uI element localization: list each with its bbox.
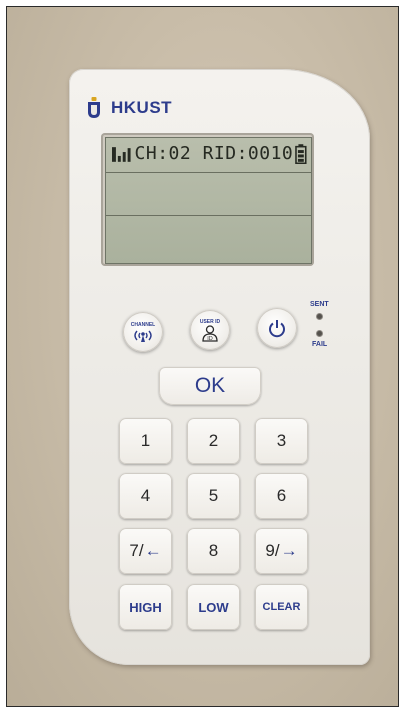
key-9-right[interactable]: 9/→	[255, 528, 308, 574]
lcd-divider	[106, 172, 311, 173]
antenna-signal-icon	[134, 330, 152, 342]
fail-label: FAIL	[312, 341, 328, 348]
fail-led	[317, 331, 322, 336]
key-9-label: 9/	[265, 541, 280, 560]
lcd-bezel: CH:02 RID:0010	[101, 133, 314, 266]
power-icon	[269, 320, 285, 338]
key-1[interactable]: 1	[119, 418, 172, 464]
clear-button[interactable]: CLEAR	[255, 584, 308, 630]
ok-button[interactable]: OK	[159, 367, 261, 405]
channel-button[interactable]: CHANNEL	[123, 312, 163, 352]
lcd-divider	[106, 215, 311, 216]
key-6[interactable]: 6	[255, 473, 308, 519]
left-arrow-icon: ←	[144, 541, 162, 560]
right-arrow-icon: →	[280, 541, 298, 560]
sent-label: SENT	[310, 301, 329, 308]
photo-frame: HKUST CH:02 RID:0010 CHANNEL USER ID ID …	[6, 6, 399, 707]
signal-bars-icon	[112, 146, 131, 162]
key-8[interactable]: 8	[187, 528, 240, 574]
low-button[interactable]: LOW	[187, 584, 240, 630]
svg-text:ID: ID	[207, 336, 213, 342]
power-button[interactable]	[257, 308, 297, 348]
lcd-channel-rid-text: CH:02 RID:0010	[134, 143, 294, 164]
hkust-logo-icon	[88, 97, 100, 118]
brand-name: HKUST	[111, 98, 173, 117]
battery-icon	[295, 143, 307, 164]
key-4[interactable]: 4	[119, 473, 172, 519]
brand-logo: HKUST	[87, 97, 172, 119]
clicker-remote: HKUST CH:02 RID:0010 CHANNEL USER ID ID …	[69, 69, 370, 665]
user-id-icon: ID	[202, 324, 218, 342]
high-button[interactable]: HIGH	[119, 584, 172, 630]
lcd-status-line: CH:02 RID:0010	[112, 143, 307, 164]
key-7-label: 7/	[129, 541, 144, 560]
key-3[interactable]: 3	[255, 418, 308, 464]
key-2[interactable]: 2	[187, 418, 240, 464]
sent-led	[317, 314, 322, 319]
lcd-display: CH:02 RID:0010	[105, 137, 312, 264]
user-id-button[interactable]: USER ID ID	[190, 310, 230, 350]
key-7-left[interactable]: 7/←	[119, 528, 172, 574]
key-5[interactable]: 5	[187, 473, 240, 519]
